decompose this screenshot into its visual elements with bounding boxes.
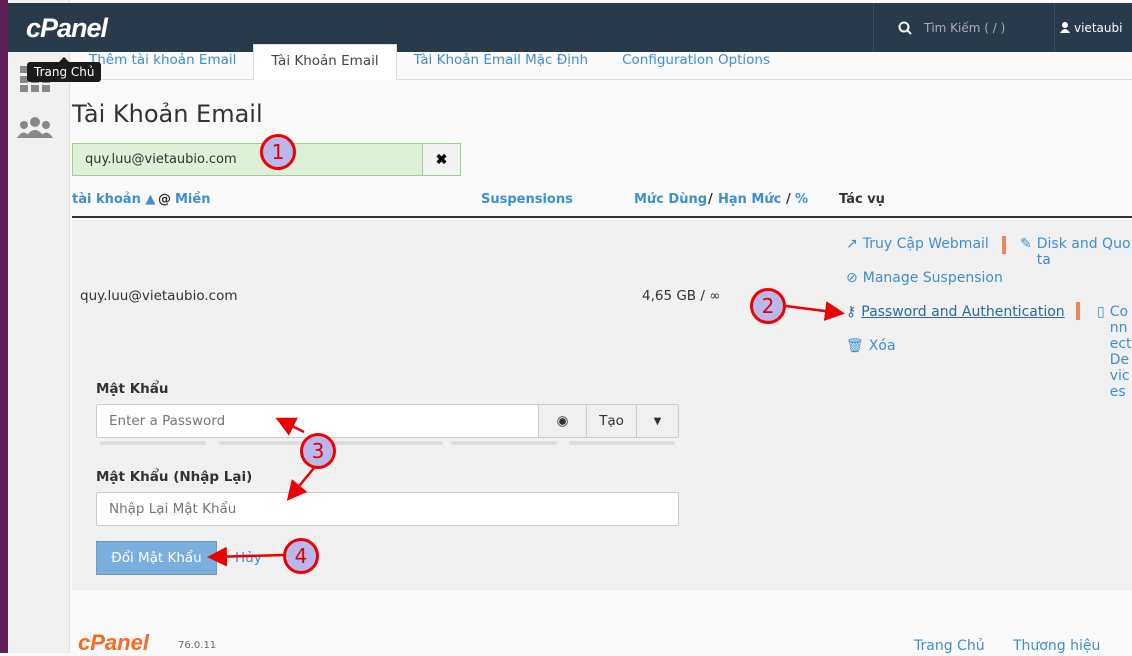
annotation-marker: 3 bbox=[300, 433, 336, 469]
strength-segment bbox=[569, 441, 675, 445]
toggle-visibility-button[interactable]: ◉ bbox=[538, 405, 586, 437]
page-title: Tài Khoản Email bbox=[72, 100, 263, 128]
disk-label: Disk and Quota bbox=[1036, 236, 1131, 268]
delete-link[interactable]: 🗑 Xóa bbox=[846, 338, 896, 354]
change-password-button[interactable]: Đổi Mật Khẩu bbox=[96, 541, 217, 575]
footer: cPanel 76.0.11 Trang Chủ Thương hiệu bbox=[78, 630, 1132, 655]
footer-logo: cPanel bbox=[78, 630, 149, 655]
search-placeholder: Tìm Kiếm ( / ) bbox=[924, 20, 1006, 35]
delete-label: Xóa bbox=[868, 338, 896, 354]
actions-header: Tác vụ bbox=[839, 192, 885, 207]
sort-suspensions[interactable]: Suspensions bbox=[481, 192, 573, 207]
webmail-link[interactable]: ↗ Truy Cập Webmail bbox=[846, 236, 989, 252]
password-auth-link[interactable]: ⚷ Password and Authentication bbox=[846, 304, 1065, 320]
tooltip: Trang Chủ bbox=[27, 57, 102, 82]
key-icon: ⚷ bbox=[846, 304, 857, 320]
username: vietaubi bbox=[1074, 20, 1123, 35]
footer-link-home[interactable]: Trang Chủ bbox=[914, 638, 985, 654]
sidebar bbox=[8, 0, 70, 653]
filter-value: quy.luu@vietaubio.com bbox=[85, 152, 237, 167]
pencil-icon: ✎ bbox=[1020, 236, 1032, 252]
version: 76.0.11 bbox=[178, 640, 217, 651]
clear-filter-button[interactable]: ✖ bbox=[422, 144, 460, 175]
divider bbox=[1076, 302, 1080, 320]
slash: / bbox=[786, 192, 791, 207]
confirm-password-input[interactable] bbox=[96, 492, 679, 526]
tab-email-accounts[interactable]: Tài Khoản Email bbox=[253, 44, 397, 80]
external-link-icon: ↗ bbox=[846, 236, 858, 252]
users-icon[interactable] bbox=[17, 116, 53, 142]
user-icon bbox=[1060, 22, 1070, 33]
manage-suspension-link[interactable]: ⊘ Manage Suspension bbox=[846, 270, 1003, 286]
strength-segment bbox=[100, 441, 206, 445]
sort-quota[interactable]: Hạn Mức bbox=[718, 192, 781, 207]
eye-slash-icon: ◉ bbox=[556, 413, 569, 429]
generate-button[interactable]: Tạo bbox=[586, 405, 636, 437]
connect-devices-link[interactable]: ▯ Connect Devices bbox=[1097, 304, 1132, 400]
password-group: ◉ Tạo ▼ bbox=[96, 404, 679, 438]
desktop-edge bbox=[0, 0, 8, 653]
row-usage: 4,65 GB / ∞ bbox=[642, 288, 721, 304]
ban-icon: ⊘ bbox=[846, 270, 858, 286]
annotation-marker: 1 bbox=[260, 134, 296, 170]
row-email: quy.luu@vietaubio.com bbox=[80, 288, 238, 304]
cpanel-logo[interactable]: cPanel bbox=[26, 13, 108, 44]
tab-default-address[interactable]: Tài Khoản Email Mặc Định bbox=[397, 44, 605, 79]
annotation-marker: 4 bbox=[283, 538, 319, 574]
table-header: tài khoản ▲ @ Miền Suspensions Mức Dùng … bbox=[72, 192, 1132, 218]
confirm-password-label: Mật Khẩu (Nhập Lại) bbox=[96, 469, 253, 485]
at-sign: @ bbox=[158, 192, 171, 207]
webmail-label: Truy Cập Webmail bbox=[862, 236, 989, 252]
strength-segment bbox=[451, 441, 557, 445]
annotation-marker: 2 bbox=[750, 288, 786, 324]
generate-dropdown[interactable]: ▼ bbox=[636, 405, 678, 437]
search-icon bbox=[898, 21, 912, 35]
suspension-label: Manage Suspension bbox=[862, 270, 1003, 286]
tab-bar: Thêm tài khoản Email Tài Khoản Email Tài… bbox=[72, 44, 1132, 80]
sort-usage[interactable]: Mức Dùng bbox=[634, 192, 707, 207]
tab-configuration[interactable]: Configuration Options bbox=[605, 44, 787, 79]
slash: / bbox=[708, 192, 713, 207]
trash-icon: 🗑 bbox=[846, 338, 864, 354]
disk-quota-link[interactable]: ✎ Disk and Quota bbox=[1020, 236, 1132, 268]
password-auth-label: Password and Authentication bbox=[861, 304, 1065, 320]
connect-label: Connect Devices bbox=[1109, 304, 1132, 400]
sort-percent[interactable]: % bbox=[795, 192, 808, 207]
cancel-link[interactable]: Hủy bbox=[235, 550, 262, 566]
mobile-icon: ▯ bbox=[1097, 304, 1105, 320]
sort-account[interactable]: tài khoản ▲ bbox=[72, 192, 155, 207]
sort-domain[interactable]: Miền bbox=[175, 192, 210, 207]
divider bbox=[1002, 236, 1006, 254]
footer-link-trademarks[interactable]: Thương hiệu bbox=[1013, 638, 1100, 654]
password-label: Mật Khẩu bbox=[96, 381, 169, 397]
